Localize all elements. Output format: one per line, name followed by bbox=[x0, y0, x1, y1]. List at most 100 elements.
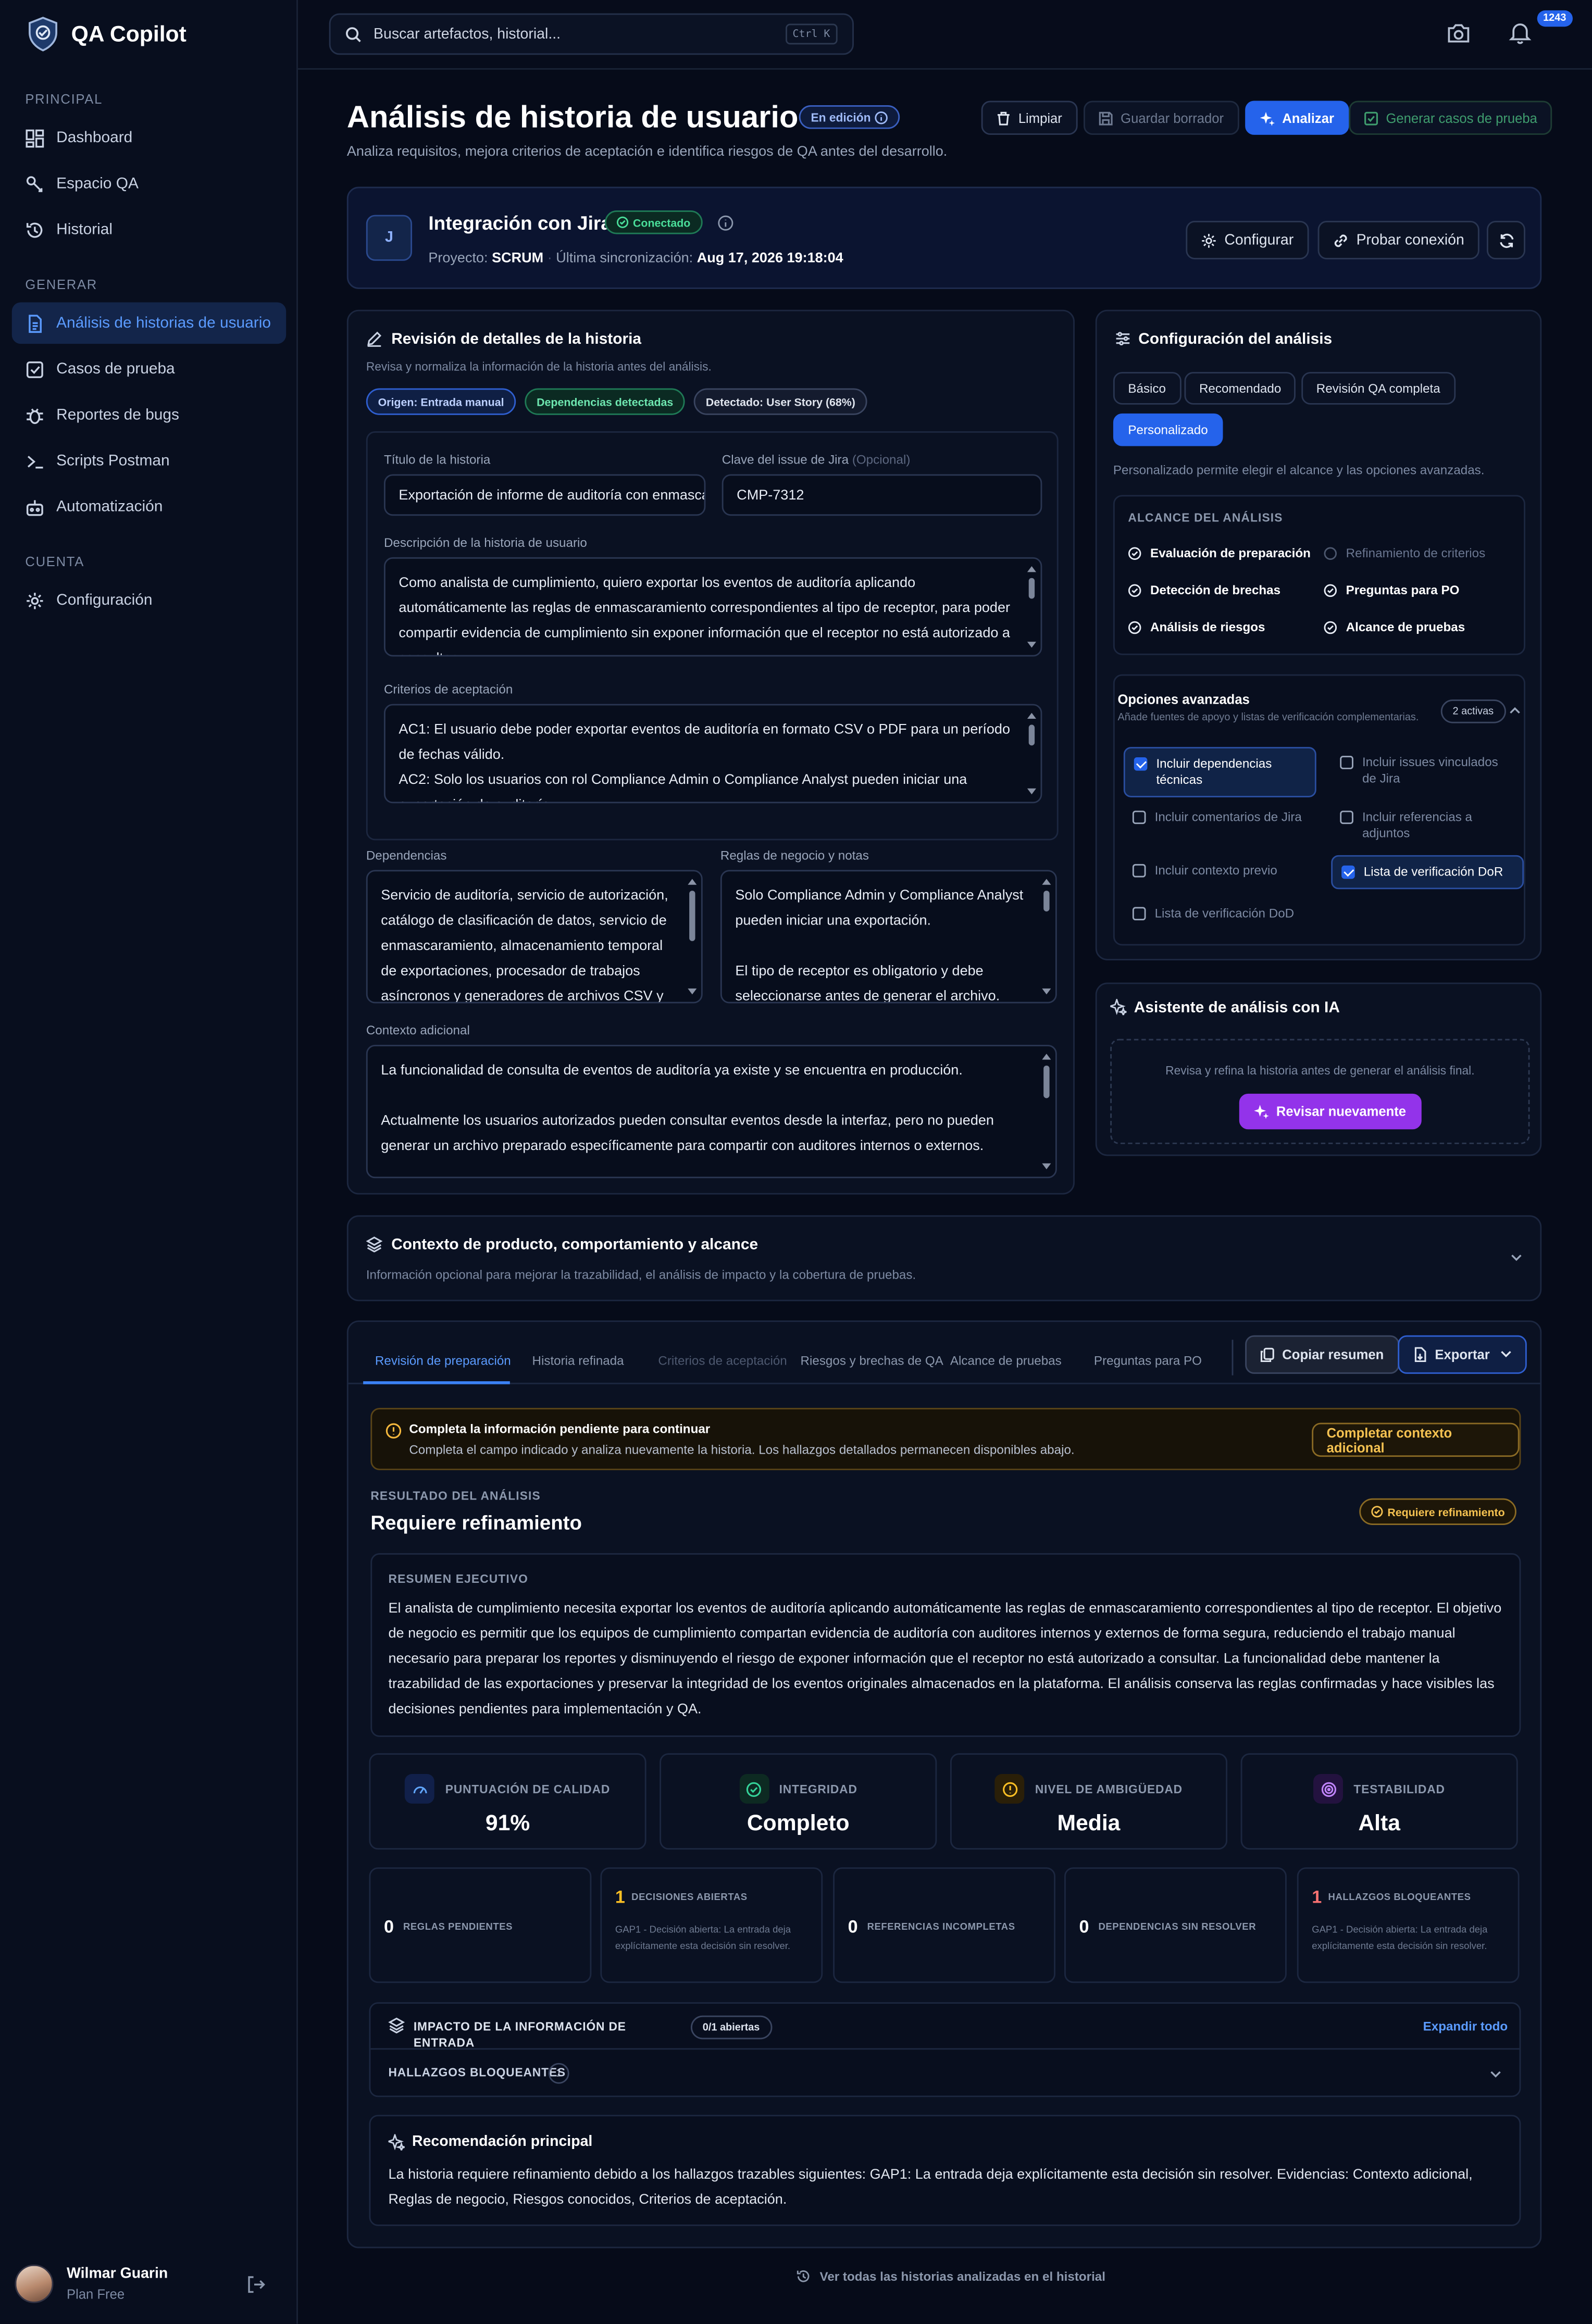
option-tech-deps[interactable]: Incluir dependencias técnicas bbox=[1123, 747, 1316, 797]
history-icon bbox=[25, 220, 44, 240]
sidebar-item-automatizacion[interactable]: Automatización bbox=[12, 486, 286, 528]
rules-textarea[interactable]: Solo Compliance Admin y Compliance Analy… bbox=[720, 870, 1057, 1004]
scope-readiness[interactable]: Evaluación de preparación bbox=[1128, 545, 1311, 560]
recommendation-title: Recomendación principal bbox=[412, 2134, 593, 2151]
test-connection-button[interactable]: Probar conexión bbox=[1317, 220, 1479, 259]
generate-tests-button[interactable]: Generar casos de prueba bbox=[1349, 101, 1552, 135]
review-again-button[interactable]: Revisar nuevamente bbox=[1239, 1093, 1421, 1130]
count-label: DECISIONES ABIERTAS bbox=[631, 1892, 748, 1903]
sidebar-item-label: Casos de prueba bbox=[56, 360, 175, 378]
checkbox-checked[interactable] bbox=[1134, 757, 1148, 771]
scope-refinement[interactable]: Refinamiento de criterios bbox=[1324, 545, 1485, 560]
edit-icon bbox=[366, 331, 382, 347]
blocking-findings-row[interactable]: HALLAZGOS BLOQUEANTES bbox=[389, 2066, 566, 2080]
scope-po-questions[interactable]: Preguntas para PO bbox=[1324, 582, 1459, 597]
option-label: Incluir dependencias técnicas bbox=[1156, 756, 1272, 787]
brand[interactable]: QA Copilot bbox=[27, 16, 186, 52]
mode-recomendado[interactable]: Recomendado bbox=[1184, 372, 1296, 405]
copy-summary-button[interactable]: Copiar resumen bbox=[1245, 1335, 1399, 1374]
analyze-button[interactable]: Analizar bbox=[1245, 101, 1349, 135]
context-textarea[interactable]: La funcionalidad de consulta de eventos … bbox=[366, 1045, 1057, 1179]
tab-po-questions[interactable]: Preguntas para PO bbox=[1094, 1353, 1202, 1368]
scope-title: ALCANCE DEL ANÁLISIS bbox=[1128, 511, 1283, 525]
check-circle-icon bbox=[616, 216, 629, 228]
metric-testability: TESTABILIDAD Alta bbox=[1240, 1753, 1518, 1850]
bell-icon[interactable] bbox=[1509, 21, 1532, 45]
tab-risks[interactable]: Riesgos y brechas de QA bbox=[801, 1353, 943, 1368]
mode-basico[interactable]: Básico bbox=[1113, 372, 1181, 405]
option-dod[interactable]: Lista de verificación DoD bbox=[1124, 898, 1316, 929]
scope-risks[interactable]: Análisis de riesgos bbox=[1128, 619, 1265, 634]
scroll-thumb[interactable] bbox=[1028, 724, 1035, 746]
sidebar-item-analisis[interactable]: Análisis de historias de usuario bbox=[11, 302, 287, 344]
tab-readiness[interactable]: Revisión de preparación bbox=[375, 1353, 511, 1368]
chevron-up-icon[interactable] bbox=[1509, 705, 1521, 714]
sidebar-item-configuracion[interactable]: Configuración bbox=[12, 580, 286, 621]
impact-section: IMPACTO DE LA INFORMACIÓN DE ENTRADA 0/1… bbox=[369, 2002, 1521, 2097]
count-unresolved-deps: 0 DEPENDENCIAS SIN RESOLVER bbox=[1064, 1867, 1287, 1983]
assistant-title: Asistente de análisis con IA bbox=[1134, 998, 1340, 1017]
complete-context-button[interactable]: Completar contexto adicional bbox=[1312, 1422, 1520, 1457]
sidebar-item-postman[interactable]: Scripts Postman bbox=[12, 440, 286, 482]
checkbox-checked[interactable] bbox=[1341, 865, 1355, 879]
count-label: REGLAS PENDIENTES bbox=[403, 1922, 513, 1933]
rules-label: Reglas de negocio y notas bbox=[720, 847, 869, 863]
scroll-thumb[interactable] bbox=[689, 891, 695, 941]
bug-icon bbox=[25, 405, 44, 424]
sidebar-item-espacio-qa[interactable]: Espacio QA bbox=[12, 163, 286, 205]
chevron-down-icon[interactable] bbox=[1511, 1254, 1523, 1263]
description-textarea[interactable]: Como analista de cumplimiento, quiero ex… bbox=[383, 557, 1042, 657]
info-icon[interactable] bbox=[717, 215, 733, 231]
checkbox[interactable] bbox=[1340, 756, 1353, 769]
product-context-card[interactable]: Contexto de producto, comportamiento y a… bbox=[346, 1215, 1542, 1302]
scope-test-scope[interactable]: Alcance de pruebas bbox=[1324, 619, 1465, 634]
camera-icon[interactable] bbox=[1447, 22, 1471, 45]
sparkles-icon bbox=[1254, 1104, 1269, 1119]
option-dor[interactable]: Lista de verificación DoR bbox=[1331, 855, 1524, 890]
metric-value: Media bbox=[1057, 1811, 1121, 1836]
scope-gaps[interactable]: Detección de brechas bbox=[1128, 582, 1280, 597]
configure-button[interactable]: Configurar bbox=[1186, 220, 1309, 259]
document-icon bbox=[25, 314, 44, 333]
option-prior-context[interactable]: Incluir contexto previo bbox=[1124, 855, 1316, 886]
checkbox[interactable] bbox=[1132, 907, 1146, 921]
ac-text: AC1: El usuario debe poder exportar even… bbox=[399, 721, 1011, 802]
scroll-thumb[interactable] bbox=[1043, 891, 1050, 911]
option-attachments[interactable]: Incluir referencias a adjuntos bbox=[1331, 802, 1524, 849]
checkbox[interactable] bbox=[1132, 864, 1146, 878]
sparkles-icon bbox=[388, 2134, 405, 2151]
checkbox[interactable] bbox=[1340, 810, 1353, 824]
story-title-input[interactable]: Exportación de informe de auditoría con … bbox=[383, 474, 706, 516]
robot-icon bbox=[25, 497, 44, 517]
tab-refined-story[interactable]: Historia refinada bbox=[532, 1353, 624, 1368]
sidebar-item-historial[interactable]: Historial bbox=[12, 209, 286, 251]
tab-test-scope[interactable]: Alcance de pruebas bbox=[950, 1353, 1062, 1368]
scroll-thumb[interactable] bbox=[1028, 578, 1035, 599]
sidebar-item-casos[interactable]: Casos de prueba bbox=[12, 348, 286, 390]
refresh-button[interactable] bbox=[1486, 220, 1525, 259]
clear-button[interactable]: Limpiar bbox=[981, 101, 1077, 135]
save-draft-button[interactable]: Guardar borrador bbox=[1084, 101, 1239, 135]
expand-all-link[interactable]: Expandir todo bbox=[1423, 2018, 1508, 2033]
option-comments[interactable]: Incluir comentarios de Jira bbox=[1124, 802, 1316, 833]
detection-tags: Origen: Entrada manual Dependencias dete… bbox=[366, 388, 867, 415]
search-placeholder: Buscar artefactos, historial... bbox=[374, 26, 561, 43]
sidebar-item-bugs[interactable]: Reportes de bugs bbox=[12, 394, 286, 436]
mode-personalizado[interactable]: Personalizado bbox=[1113, 413, 1223, 446]
export-button[interactable]: Exportar bbox=[1398, 1335, 1527, 1374]
jira-key-input[interactable]: CMP-7312 bbox=[722, 474, 1042, 516]
dependencies-textarea[interactable]: Servicio de auditoría, servicio de autor… bbox=[366, 870, 703, 1004]
metric-integrity: INTEGRIDAD Completo bbox=[660, 1753, 937, 1850]
acceptance-criteria-textarea[interactable]: AC1: El usuario debe poder exportar even… bbox=[383, 704, 1042, 804]
checkbox[interactable] bbox=[1132, 810, 1146, 824]
tab-criteria[interactable]: Criterios de aceptación bbox=[658, 1353, 787, 1368]
chevron-down-icon[interactable] bbox=[1490, 2070, 1502, 2079]
user-profile[interactable]: Wilmar Guarin Plan Free bbox=[15, 2264, 168, 2303]
history-link[interactable]: Ver todas las historias analizadas en el… bbox=[796, 2269, 1105, 2284]
logout-icon[interactable] bbox=[246, 2275, 265, 2294]
sidebar-item-dashboard[interactable]: Dashboard bbox=[12, 117, 286, 159]
option-linked-issues[interactable]: Incluir issues vinculados de Jira bbox=[1331, 747, 1524, 794]
search-input[interactable]: Buscar artefactos, historial... Ctrl K bbox=[329, 13, 854, 55]
scroll-thumb[interactable] bbox=[1043, 1065, 1050, 1098]
mode-revision-completa[interactable]: Revisión QA completa bbox=[1301, 372, 1456, 405]
